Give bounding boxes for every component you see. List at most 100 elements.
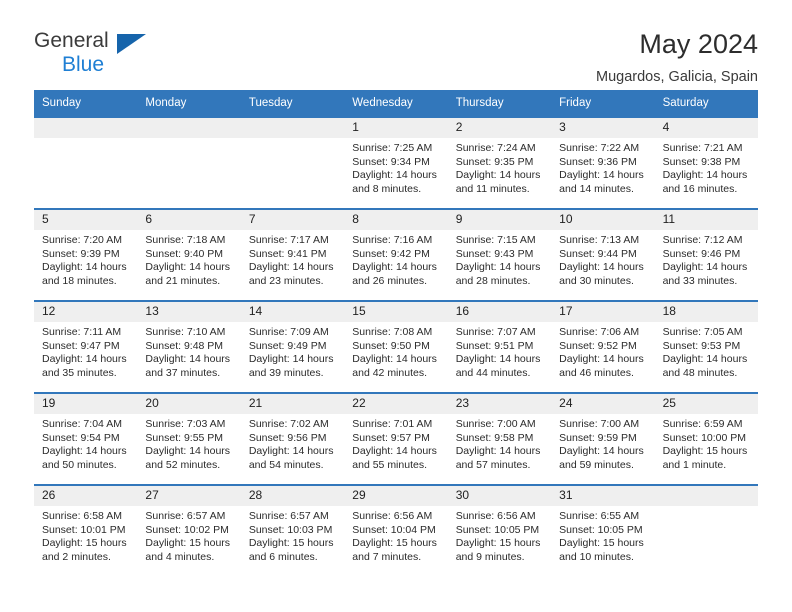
day-details: Sunrise: 7:01 AM Sunset: 9:57 PM Daylight:… <box>344 414 447 472</box>
page-subtitle: Mugardos, Galicia, Spain <box>596 69 758 85</box>
day-cell[interactable]: 21 Sunrise: 7:02 AM Sunset: 9:56 PM Dayligh… <box>240 394 345 484</box>
sunrise-text: Sunrise: 7:08 AM <box>352 326 433 338</box>
sunrise-text: Sunrise: 7:01 AM <box>352 418 433 430</box>
day-cell[interactable] <box>137 118 241 208</box>
daylight-text-line1: Daylight: 15 hours <box>352 537 437 550</box>
day-details <box>241 138 344 142</box>
day-details: Sunrise: 7:09 AM Sunset: 9:49 PM Daylight:… <box>241 322 344 380</box>
day-cell[interactable]: 2 Sunrise: 7:24 AM Sunset: 9:35 PM Daylight… <box>447 118 552 208</box>
day-number: 26 <box>34 486 138 506</box>
day-cell[interactable]: 22 Sunrise: 7:01 AM Sunset: 9:57 PM Dayligh… <box>344 394 448 484</box>
daylight-text-line2: and 57 minutes. <box>455 458 531 471</box>
day-number: 11 <box>654 210 758 230</box>
sunset-text: Sunset: 9:38 PM <box>662 155 741 168</box>
day-cell[interactable]: 19 Sunrise: 7:04 AM Sunset: 9:54 PM Dayligh… <box>34 394 138 484</box>
day-cell[interactable]: 4 Sunrise: 7:21 AM Sunset: 9:38 PM Daylight… <box>654 118 758 208</box>
weekday-header-wednesday: Wednesday <box>352 97 413 109</box>
day-details: Sunrise: 6:57 AM Sunset: 10:02 PM Daylight… <box>137 506 240 564</box>
sunrise-text: Sunrise: 6:57 AM <box>145 510 226 522</box>
day-cell[interactable]: 24 Sunrise: 7:00 AM Sunset: 9:59 PM Dayligh… <box>551 394 655 484</box>
day-number: 16 <box>447 302 552 322</box>
daylight-text-line2: and 44 minutes. <box>455 366 531 379</box>
weekday-header-thursday: Thursday <box>455 97 504 109</box>
day-details: Sunrise: 7:15 AM Sunset: 9:43 PM Daylight:… <box>448 230 551 288</box>
sunrise-text: Sunrise: 7:17 AM <box>248 234 329 246</box>
day-cell[interactable]: 11 Sunrise: 7:12 AM Sunset: 9:46 PM Dayligh… <box>654 210 758 300</box>
day-cell[interactable]: 14 Sunrise: 7:09 AM Sunset: 9:49 PM Dayligh… <box>240 302 345 392</box>
day-cell[interactable]: 29 Sunrise: 6:56 AM Sunset: 10:04 PM Daylig… <box>344 486 448 576</box>
day-details: Sunrise: 7:12 AM Sunset: 9:46 PM Daylight:… <box>655 230 758 288</box>
sunset-text: Sunset: 9:57 PM <box>352 431 430 444</box>
sunset-text: Sunset: 9:51 PM <box>455 339 534 352</box>
sunrise-text: Sunrise: 7:05 AM <box>662 326 743 338</box>
day-cell[interactable]: 1 Sunrise: 7:25 AM Sunset: 9:34 PM Daylight… <box>344 118 448 208</box>
daylight-text-line1: Daylight: 14 hours <box>248 261 334 274</box>
sunset-text: Sunset: 10:00 PM <box>662 431 747 444</box>
day-details: Sunrise: 6:56 AM Sunset: 10:04 PM Daylight… <box>344 506 447 564</box>
day-cell[interactable]: 17 Sunrise: 7:06 AM Sunset: 9:52 PM Dayligh… <box>551 302 655 392</box>
sunrise-text: Sunrise: 7:21 AM <box>662 142 743 154</box>
sunset-text: Sunset: 9:52 PM <box>559 339 637 352</box>
daylight-text-line1: Daylight: 14 hours <box>352 261 437 274</box>
sunset-text: Sunset: 9:58 PM <box>455 431 534 444</box>
daylight-text-line1: Daylight: 14 hours <box>559 261 644 274</box>
day-details: Sunrise: 7:02 AM Sunset: 9:56 PM Daylight:… <box>241 414 344 472</box>
day-number: 18 <box>654 302 758 322</box>
sunrise-text: Sunrise: 7:20 AM <box>42 234 122 246</box>
daylight-text-line2: and 54 minutes. <box>248 458 324 471</box>
day-cell[interactable]: 31 Sunrise: 6:55 AM Sunset: 10:05 PM Daylig… <box>551 486 655 576</box>
logo-text-general: General <box>34 29 109 52</box>
day-number: 15 <box>344 302 448 322</box>
sunrise-text: Sunrise: 6:55 AM <box>559 510 640 522</box>
week-row: 26 Sunrise: 6:58 AM Sunset: 10:01 PM Daylig… <box>34 484 758 576</box>
day-cell[interactable]: 20 Sunrise: 7:03 AM Sunset: 9:55 PM Dayligh… <box>137 394 241 484</box>
day-cell[interactable]: 10 Sunrise: 7:13 AM Sunset: 9:44 PM Dayligh… <box>551 210 655 300</box>
day-cell[interactable]: 8 Sunrise: 7:16 AM Sunset: 9:42 PM Daylight… <box>344 210 448 300</box>
day-cell[interactable]: 6 Sunrise: 7:18 AM Sunset: 9:40 PM Daylight… <box>137 210 241 300</box>
daylight-text-line2: and 21 minutes. <box>145 274 221 287</box>
daylight-text-line2: and 18 minutes. <box>42 274 117 287</box>
day-details: Sunrise: 7:17 AM Sunset: 9:41 PM Daylight:… <box>241 230 344 288</box>
day-cell[interactable]: 18 Sunrise: 7:05 AM Sunset: 9:53 PM Dayligh… <box>654 302 758 392</box>
sunset-text: Sunset: 9:55 PM <box>145 431 224 444</box>
day-cell[interactable]: 25 Sunrise: 6:59 AM Sunset: 10:00 PM Daylig… <box>654 394 758 484</box>
sunrise-text: Sunrise: 7:18 AM <box>145 234 226 246</box>
day-number: 8 <box>344 210 448 230</box>
daylight-text-line2: and 28 minutes. <box>455 274 531 287</box>
weekday-header-saturday: Saturday <box>662 97 709 109</box>
day-cell[interactable] <box>654 486 758 576</box>
day-cell[interactable] <box>240 118 345 208</box>
day-cell[interactable] <box>34 118 138 208</box>
daylight-text-line1: Daylight: 14 hours <box>145 261 231 274</box>
sunrise-text: Sunrise: 7:00 AM <box>455 418 536 430</box>
day-cell[interactable]: 28 Sunrise: 6:57 AM Sunset: 10:03 PM Daylig… <box>240 486 345 576</box>
day-details: Sunrise: 7:00 AM Sunset: 9:58 PM Daylight:… <box>448 414 551 472</box>
day-details: Sunrise: 6:59 AM Sunset: 10:00 PM Daylight… <box>655 414 758 472</box>
sunset-text: Sunset: 9:43 PM <box>455 247 534 260</box>
daylight-text-line2: and 39 minutes. <box>248 366 324 379</box>
day-cell[interactable]: 16 Sunrise: 7:07 AM Sunset: 9:51 PM Dayligh… <box>447 302 552 392</box>
day-cell[interactable]: 30 Sunrise: 6:56 AM Sunset: 10:05 PM Daylig… <box>447 486 552 576</box>
daylight-text-line2: and 46 minutes. <box>559 366 634 379</box>
day-cell[interactable]: 26 Sunrise: 6:58 AM Sunset: 10:01 PM Daylig… <box>34 486 138 576</box>
day-cell[interactable]: 23 Sunrise: 7:00 AM Sunset: 9:58 PM Dayligh… <box>447 394 552 484</box>
sunset-text: Sunset: 9:39 PM <box>42 247 120 260</box>
week-row: 5 Sunrise: 7:20 AM Sunset: 9:39 PM Daylight… <box>34 208 758 300</box>
day-cell[interactable]: 3 Sunrise: 7:22 AM Sunset: 9:36 PM Daylight… <box>551 118 655 208</box>
day-cell[interactable]: 13 Sunrise: 7:10 AM Sunset: 9:48 PM Dayligh… <box>137 302 241 392</box>
sunrise-text: Sunrise: 7:11 AM <box>42 326 122 338</box>
general-blue-logo[interactable]: General Blue <box>34 28 164 80</box>
sunset-text: Sunset: 9:34 PM <box>352 155 430 168</box>
sunset-text: Sunset: 9:35 PM <box>455 155 534 168</box>
day-cell[interactable]: 27 Sunrise: 6:57 AM Sunset: 10:02 PM Daylig… <box>137 486 241 576</box>
day-number: 31 <box>551 486 655 506</box>
daylight-text-line2: and 7 minutes. <box>352 550 422 563</box>
day-cell[interactable]: 9 Sunrise: 7:15 AM Sunset: 9:43 PM Daylight… <box>447 210 552 300</box>
day-cell[interactable]: 5 Sunrise: 7:20 AM Sunset: 9:39 PM Daylight… <box>34 210 138 300</box>
daylight-text-line1: Daylight: 14 hours <box>662 261 748 274</box>
day-number <box>34 118 138 138</box>
sunset-text: Sunset: 9:46 PM <box>662 247 741 260</box>
day-cell[interactable]: 12 Sunrise: 7:11 AM Sunset: 9:47 PM Dayligh… <box>34 302 138 392</box>
day-cell[interactable]: 7 Sunrise: 7:17 AM Sunset: 9:41 PM Daylight… <box>240 210 345 300</box>
day-cell[interactable]: 15 Sunrise: 7:08 AM Sunset: 9:50 PM Dayligh… <box>344 302 448 392</box>
